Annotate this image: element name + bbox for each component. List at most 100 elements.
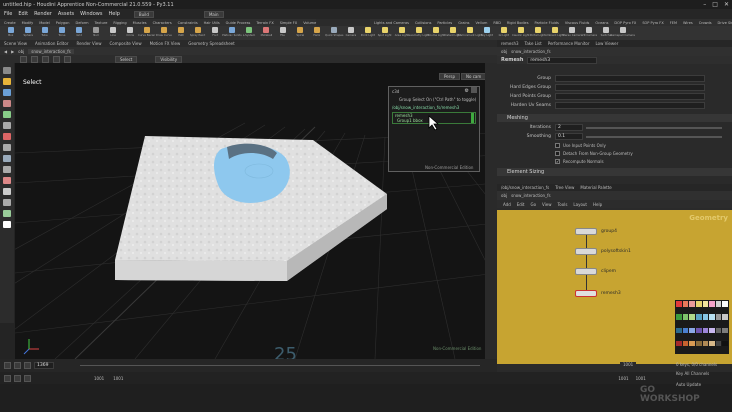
- network-tab[interactable]: Material Palette: [580, 185, 611, 190]
- shelf-tab[interactable]: Muscles: [133, 21, 147, 25]
- network-menu-item[interactable]: Edit: [517, 202, 525, 207]
- color-swatch[interactable]: [715, 340, 722, 347]
- checkbox[interactable]: [555, 143, 560, 148]
- tab-render-view[interactable]: Render View: [76, 41, 101, 46]
- color-swatch[interactable]: [722, 314, 728, 320]
- shelf-tab[interactable]: SOP Pyro FX: [642, 21, 663, 25]
- shelf-tab[interactable]: Drive Simulation: [718, 21, 732, 25]
- color-swatch[interactable]: [676, 340, 682, 347]
- secure-icon[interactable]: [64, 55, 71, 63]
- network-menu-item[interactable]: Help: [593, 202, 602, 207]
- network-menu-item[interactable]: Go: [531, 202, 537, 207]
- select-chip[interactable]: Select: [115, 55, 138, 63]
- shelf-tool-draw-curve[interactable]: Draw Curve: [156, 26, 172, 37]
- viewport-tool-icon[interactable]: [3, 111, 11, 118]
- shelf-tool-sky-light[interactable]: Sky Light: [480, 26, 494, 37]
- tab-scene-view[interactable]: Scene View: [4, 41, 27, 46]
- marker-right[interactable]: 1001: [636, 376, 646, 381]
- section-meshing[interactable]: Meshing: [497, 114, 732, 122]
- path-node[interactable]: snow_interaction_fs: [511, 49, 550, 54]
- color-swatch[interactable]: [695, 314, 702, 320]
- viewport-tool-icon[interactable]: [3, 177, 11, 184]
- menu-windows[interactable]: Windows: [80, 11, 102, 17]
- shelf-tab[interactable]: RBD: [493, 21, 501, 25]
- shelf-tab[interactable]: Volume: [303, 21, 316, 25]
- tab-composite-view[interactable]: Composite View: [110, 41, 142, 46]
- node-box[interactable]: [575, 268, 597, 275]
- shelf-tab[interactable]: Lights and Cameras: [374, 21, 409, 25]
- color-swatch[interactable]: [702, 314, 709, 320]
- shelf-tab[interactable]: Guide Process: [226, 21, 251, 25]
- color-swatch[interactable]: [722, 340, 728, 347]
- shelf-tool-portal-light[interactable]: Portal Light: [530, 26, 546, 37]
- shelf-tab[interactable]: Grains: [458, 21, 469, 25]
- network-node[interactable]: polysoftskin1: [575, 248, 631, 255]
- end-frame[interactable]: 1001: [618, 376, 628, 381]
- viewport-tool-icon[interactable]: [3, 67, 11, 74]
- viewport-tool-icon[interactable]: [3, 155, 11, 162]
- shelf-tool-environment-light[interactable]: Environment Light: [458, 26, 482, 37]
- shelf-tab[interactable]: Rigging: [113, 21, 126, 25]
- gear-icon[interactable]: ⚙: [465, 88, 469, 94]
- viewport-tool-icon[interactable]: [3, 78, 11, 85]
- color-swatch[interactable]: [709, 327, 715, 334]
- path-node[interactable]: snow_interaction_fs: [511, 193, 550, 198]
- water-crater[interactable]: [214, 143, 290, 203]
- shelf-tool-spot-light[interactable]: Spot Light: [378, 26, 392, 37]
- shelf-tab[interactable]: Modify: [22, 21, 34, 25]
- viewport-tool-icon[interactable]: [3, 221, 11, 228]
- shelf-tab[interactable]: Characters: [153, 21, 172, 25]
- shelf-tool-caustic-light[interactable]: Caustic Light: [512, 26, 530, 37]
- realtime-icon[interactable]: [4, 374, 11, 382]
- shelf-tool-null[interactable]: Null: [89, 26, 103, 37]
- viewport-tool-icon[interactable]: [3, 199, 11, 206]
- shelf-tool-path[interactable]: Path: [174, 26, 188, 37]
- shelf-tab[interactable]: Wires: [683, 21, 693, 25]
- shelf-tool-platonic-solids[interactable]: Platonic Solids: [222, 26, 242, 37]
- shelf-tool-tube[interactable]: Tube: [38, 26, 52, 37]
- shelf-tab[interactable]: Model: [39, 21, 50, 25]
- color-swatch[interactable]: [715, 327, 722, 334]
- shelf-tab[interactable]: Hair Utils: [204, 21, 220, 25]
- shelf-tab[interactable]: FEM: [670, 21, 677, 25]
- shelf-tab[interactable]: Collisions: [415, 21, 431, 25]
- checkbox[interactable]: [555, 151, 560, 156]
- color-swatch[interactable]: [709, 301, 715, 307]
- forward-icon[interactable]: ▶: [11, 49, 14, 54]
- color-swatch[interactable]: [702, 327, 709, 334]
- select-mode-icon[interactable]: [20, 55, 27, 63]
- color-swatch[interactable]: [689, 340, 695, 347]
- color-swatch[interactable]: [676, 301, 682, 307]
- shelf-tool-l-system[interactable]: L-System: [242, 26, 256, 37]
- network-menu-item[interactable]: Tools: [558, 202, 568, 207]
- close-icon[interactable]: [471, 87, 477, 93]
- color-swatch[interactable]: [689, 301, 695, 307]
- shelf-tool-file[interactable]: File: [276, 26, 290, 37]
- param-field[interactable]: [555, 93, 705, 100]
- iterations-field[interactable]: 2: [555, 124, 583, 131]
- color-swatch[interactable]: [689, 327, 695, 334]
- color-swatch[interactable]: [715, 314, 722, 320]
- shelf-tab[interactable]: Particle Fluids: [535, 21, 559, 25]
- viewport-tool-icon[interactable]: [3, 144, 11, 151]
- checkbox[interactable]: ✓: [555, 159, 560, 164]
- path-node[interactable]: snow_interaction_fs: [28, 48, 74, 54]
- shelf-tool-area-light[interactable]: Area Light: [395, 26, 409, 37]
- desktop-main-dropdown[interactable]: Main: [203, 10, 224, 18]
- color-swatch[interactable]: [709, 340, 715, 347]
- shelf-tool-circle[interactable]: Circle: [123, 26, 137, 37]
- viewport-tool-icon[interactable]: [3, 210, 11, 217]
- right-tab[interactable]: Take List: [525, 41, 542, 46]
- shelf-tool-volume-light[interactable]: Volume Light: [427, 26, 445, 37]
- current-frame[interactable]: 1001: [620, 362, 637, 367]
- visibility-chip[interactable]: Visibility: [155, 55, 183, 63]
- right-tab[interactable]: Performance Monitor: [548, 41, 590, 46]
- color-swatch[interactable]: [715, 301, 722, 307]
- frame-field[interactable]: 1369: [34, 362, 54, 369]
- play-icon[interactable]: [24, 362, 31, 369]
- iterations-slider[interactable]: [586, 126, 722, 129]
- color-swatch[interactable]: [682, 314, 689, 320]
- color-swatch[interactable]: [722, 301, 728, 307]
- back-icon[interactable]: ◀: [4, 49, 7, 54]
- shelf-tool-spray-paint[interactable]: Spray Paint: [190, 26, 206, 37]
